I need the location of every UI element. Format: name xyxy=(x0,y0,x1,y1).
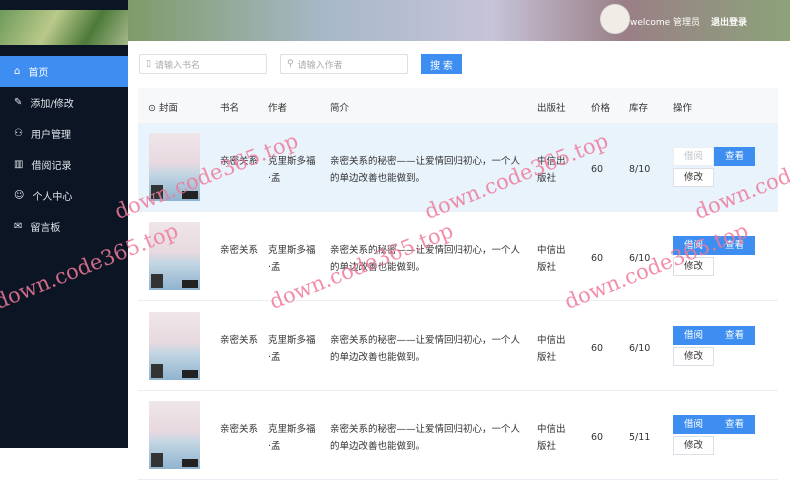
sidebar-item[interactable]: ▥ 借阅记录 xyxy=(0,149,128,180)
welcome-text: welcome 管理员 xyxy=(630,18,701,28)
book-price: 60 xyxy=(591,343,604,354)
sidebar-item[interactable]: ⚇ 用户管理 xyxy=(0,118,128,149)
sidebar-item[interactable]: ☺ 个人中心 xyxy=(0,180,128,211)
book-author: 克里斯多福·孟 xyxy=(268,335,316,363)
header-publisher: 出版社 xyxy=(537,103,566,114)
book-author: 克里斯多福·孟 xyxy=(268,424,316,452)
book-publisher: 中信出版社 xyxy=(537,424,566,452)
book-intro: 亲密关系的秘密——让爱情回归初心，一个人的单边改善也能做到。 xyxy=(330,335,521,363)
table-row: 亲密关系 克里斯多福·孟 亲密关系的秘密——让爱情回归初心，一个人的单边改善也能… xyxy=(138,391,778,480)
menu-icon: ▥ xyxy=(14,159,24,170)
sidebar-item-label: 留言板 xyxy=(30,223,61,234)
book-publisher: 中信出版社 xyxy=(537,156,566,184)
sidebar: ⌂ 首页 ✎ 添加/修改 ⚇ 用户管理 ▥ 借阅记录 ☺ 个人中心 ✉ 留言板 xyxy=(0,0,128,448)
sidebar-item-label: 首页 xyxy=(28,68,49,79)
table-header: ⊙ 封面 书名 作者 简介 出版社 价格 库存 操作 xyxy=(138,88,778,123)
table-row: 亲密关系 克里斯多福·孟 亲密关系的秘密——让爱情回归初心，一个人的单边改善也能… xyxy=(138,123,778,212)
author-placeholder: 请输入作者 xyxy=(297,60,343,71)
borrow-button[interactable]: 借阅 xyxy=(673,326,714,345)
sidebar-item-label: 借阅记录 xyxy=(31,161,72,172)
book-publisher: 中信出版社 xyxy=(537,245,566,273)
borrow-button[interactable]: 借阅 xyxy=(673,415,714,434)
book-name: 亲密关系 xyxy=(220,424,259,435)
menu-icon: ✎ xyxy=(14,97,23,108)
book-price: 60 xyxy=(591,164,604,175)
view-button[interactable]: 查看 xyxy=(714,147,755,166)
book-stock: 6/10 xyxy=(629,343,651,354)
book-price: 60 xyxy=(591,253,604,264)
menu-icon: ⚇ xyxy=(14,128,23,139)
book-name: 亲密关系 xyxy=(220,335,259,346)
book-name: 亲密关系 xyxy=(220,156,259,167)
borrow-button[interactable]: 借阅 xyxy=(673,147,714,166)
edit-button[interactable]: 修改 xyxy=(673,168,714,187)
table-row: 亲密关系 克里斯多福·孟 亲密关系的秘密——让爱情回归初心，一个人的单边改善也能… xyxy=(138,302,778,391)
user-icon: ⚲ xyxy=(287,59,294,69)
sidebar-banner-image xyxy=(0,10,128,45)
book-cover-image xyxy=(149,312,200,380)
book-cover-image xyxy=(149,133,200,201)
author-input[interactable]: ⚲ 请输入作者 xyxy=(280,54,408,74)
book-intro: 亲密关系的秘密——让爱情回归初心，一个人的单边改善也能做到。 xyxy=(330,424,521,452)
sidebar-item[interactable]: ✉ 留言板 xyxy=(0,211,128,242)
header-intro: 简介 xyxy=(330,103,350,114)
sidebar-menu: ⌂ 首页 ✎ 添加/修改 ⚇ 用户管理 ▥ 借阅记录 ☺ 个人中心 ✉ 留言板 xyxy=(0,56,128,242)
header-ops: 操作 xyxy=(673,103,693,114)
sidebar-item[interactable]: ⌂ 首页 xyxy=(0,56,128,87)
header-price: 价格 xyxy=(591,103,611,114)
header-cover-label: 封面 xyxy=(158,103,178,114)
menu-icon: ✉ xyxy=(14,221,23,232)
book-intro: 亲密关系的秘密——让爱情回归初心，一个人的单边改善也能做到。 xyxy=(330,245,521,273)
book-cover-image xyxy=(149,222,200,290)
view-button[interactable]: 查看 xyxy=(714,236,755,255)
book-stock: 8/10 xyxy=(629,164,651,175)
book-name: 亲密关系 xyxy=(220,245,259,256)
header-cover: ⊙ 封面 xyxy=(148,103,178,114)
edit-button[interactable]: 修改 xyxy=(673,436,714,455)
search-button[interactable]: 搜 索 xyxy=(421,54,462,74)
book-icon: ▯ xyxy=(146,59,151,69)
header-author: 作者 xyxy=(268,103,288,114)
sidebar-item-label: 添加/修改 xyxy=(30,99,74,110)
sidebar-item-label: 用户管理 xyxy=(30,130,71,141)
table-row: 亲密关系 克里斯多福·孟 亲密关系的秘密——让爱情回归初心，一个人的单边改善也能… xyxy=(138,212,778,301)
book-publisher: 中信出版社 xyxy=(537,335,566,363)
avatar[interactable] xyxy=(600,4,630,34)
edit-button[interactable]: 修改 xyxy=(673,257,714,276)
view-button[interactable]: 查看 xyxy=(714,326,755,345)
menu-icon: ☺ xyxy=(14,190,25,201)
borrow-button[interactable]: 借阅 xyxy=(673,236,714,255)
book-stock: 5/11 xyxy=(629,432,651,443)
menu-icon: ⌂ xyxy=(14,66,21,77)
book-name-input[interactable]: ▯ 请输入书名 xyxy=(139,54,267,74)
header-name: 书名 xyxy=(220,103,240,114)
book-price: 60 xyxy=(591,432,604,443)
sidebar-item-label: 个人中心 xyxy=(32,192,73,203)
book-intro: 亲密关系的秘密——让爱情回归初心，一个人的单边改善也能做到。 xyxy=(330,156,521,184)
edit-button[interactable]: 修改 xyxy=(673,347,714,366)
logout-link[interactable]: 退出登录 xyxy=(711,15,747,28)
header-stock: 库存 xyxy=(629,103,649,114)
sidebar-item[interactable]: ✎ 添加/修改 xyxy=(0,87,128,118)
book-author: 克里斯多福·孟 xyxy=(268,156,316,184)
book-cover-image xyxy=(149,401,200,469)
book-stock: 6/10 xyxy=(629,253,651,264)
book-author: 克里斯多福·孟 xyxy=(268,245,316,273)
book-name-placeholder: 请输入书名 xyxy=(154,60,200,71)
view-button[interactable]: 查看 xyxy=(714,415,755,434)
